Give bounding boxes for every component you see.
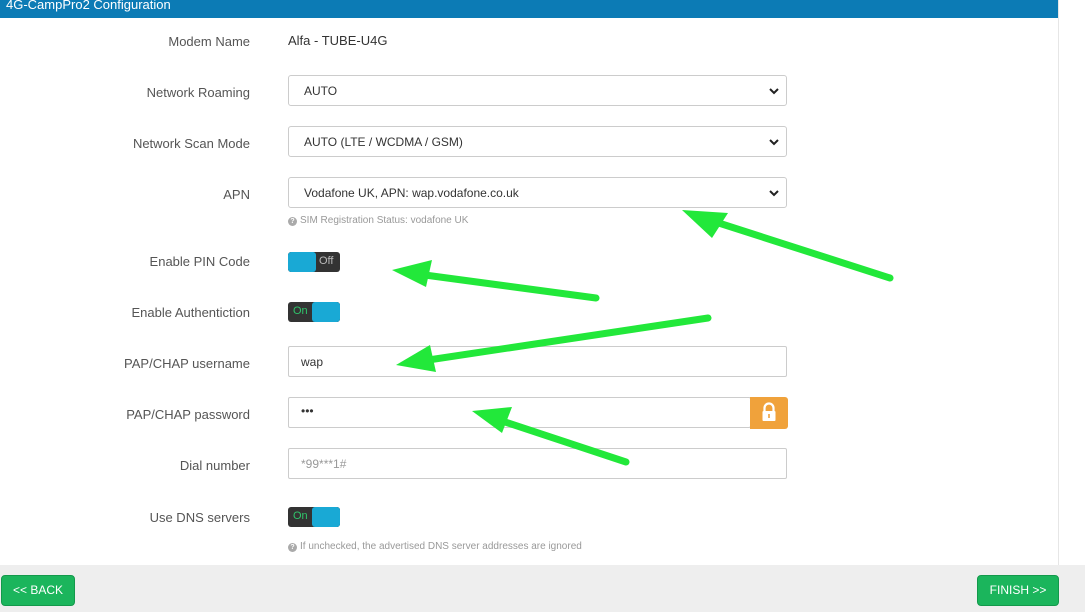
network-scan-mode-label: Network Scan Mode	[132, 136, 250, 151]
network-scan-mode-select[interactable]: AUTO (LTE / WCDMA / GSM)	[288, 126, 787, 157]
finish-button[interactable]: FINISH >>	[977, 575, 1059, 606]
network-roaming-select[interactable]: AUTO	[288, 75, 787, 106]
dial-number-label: Dial number	[179, 458, 250, 473]
annotation-arrow-pin	[392, 260, 600, 302]
modem-name-value: Alfa - TUBE-U4G	[288, 33, 388, 48]
apn-label: APN	[223, 187, 250, 202]
pap-password-label: PAP/CHAP password	[126, 407, 250, 422]
use-dns-toggle[interactable]: On	[288, 507, 340, 527]
apn-help-text: SIM Registration Status: vodafone UK	[300, 215, 469, 226]
pap-username-value: wap	[301, 355, 324, 369]
enable-pin-state: Off	[319, 255, 334, 267]
question-circle-icon: ?	[288, 217, 297, 226]
toggle-knob	[312, 302, 340, 322]
enable-auth-toggle[interactable]: On	[288, 302, 340, 322]
dial-number-placeholder: *99***1#	[301, 457, 347, 471]
pap-username-label: PAP/CHAP username	[124, 356, 250, 371]
window-title: 4G-CampPro2 Configuration	[6, 0, 171, 12]
use-dns-help: ? If unchecked, the advertised DNS server…	[288, 541, 582, 552]
apn-value: Vodafone UK, APN: wap.vodafone.co.uk	[304, 186, 519, 200]
footer-bar	[0, 565, 1085, 612]
network-roaming-value: AUTO	[304, 84, 338, 98]
use-dns-label: Use DNS servers	[149, 510, 250, 525]
toggle-knob	[288, 252, 316, 272]
question-circle-icon: ?	[288, 543, 297, 552]
toggle-knob	[312, 507, 340, 527]
modem-name-label: Modem Name	[168, 34, 250, 49]
enable-auth-label: Enable Authentiction	[131, 305, 250, 320]
use-dns-help-text: If unchecked, the advertised DNS server …	[300, 541, 582, 552]
show-password-button[interactable]	[750, 397, 788, 429]
window-title-bar: 4G-CampPro2 Configuration	[0, 0, 1058, 18]
enable-auth-state: On	[293, 305, 308, 317]
apn-select[interactable]: Vodafone UK, APN: wap.vodafone.co.uk	[288, 177, 787, 208]
enable-pin-label: Enable PIN Code	[149, 254, 250, 269]
enable-pin-toggle[interactable]: Off	[288, 252, 340, 272]
right-gutter	[1058, 0, 1085, 565]
network-scan-mode-value: AUTO (LTE / WCDMA / GSM)	[304, 135, 463, 149]
pap-password-input[interactable]: •••	[288, 397, 751, 428]
annotation-arrow-apn	[682, 210, 894, 282]
lock-icon	[762, 402, 776, 421]
apn-help: ? SIM Registration Status: vodafone UK	[288, 215, 468, 226]
use-dns-state: On	[293, 510, 308, 522]
chevron-down-icon	[769, 88, 779, 95]
network-roaming-label: Network Roaming	[146, 85, 250, 100]
dial-number-input[interactable]: *99***1#	[288, 448, 787, 479]
back-button[interactable]: << BACK	[1, 575, 75, 606]
pap-password-value: •••	[301, 404, 314, 418]
chevron-down-icon	[769, 190, 779, 197]
chevron-down-icon	[769, 139, 779, 146]
pap-username-input[interactable]: wap	[288, 346, 787, 377]
